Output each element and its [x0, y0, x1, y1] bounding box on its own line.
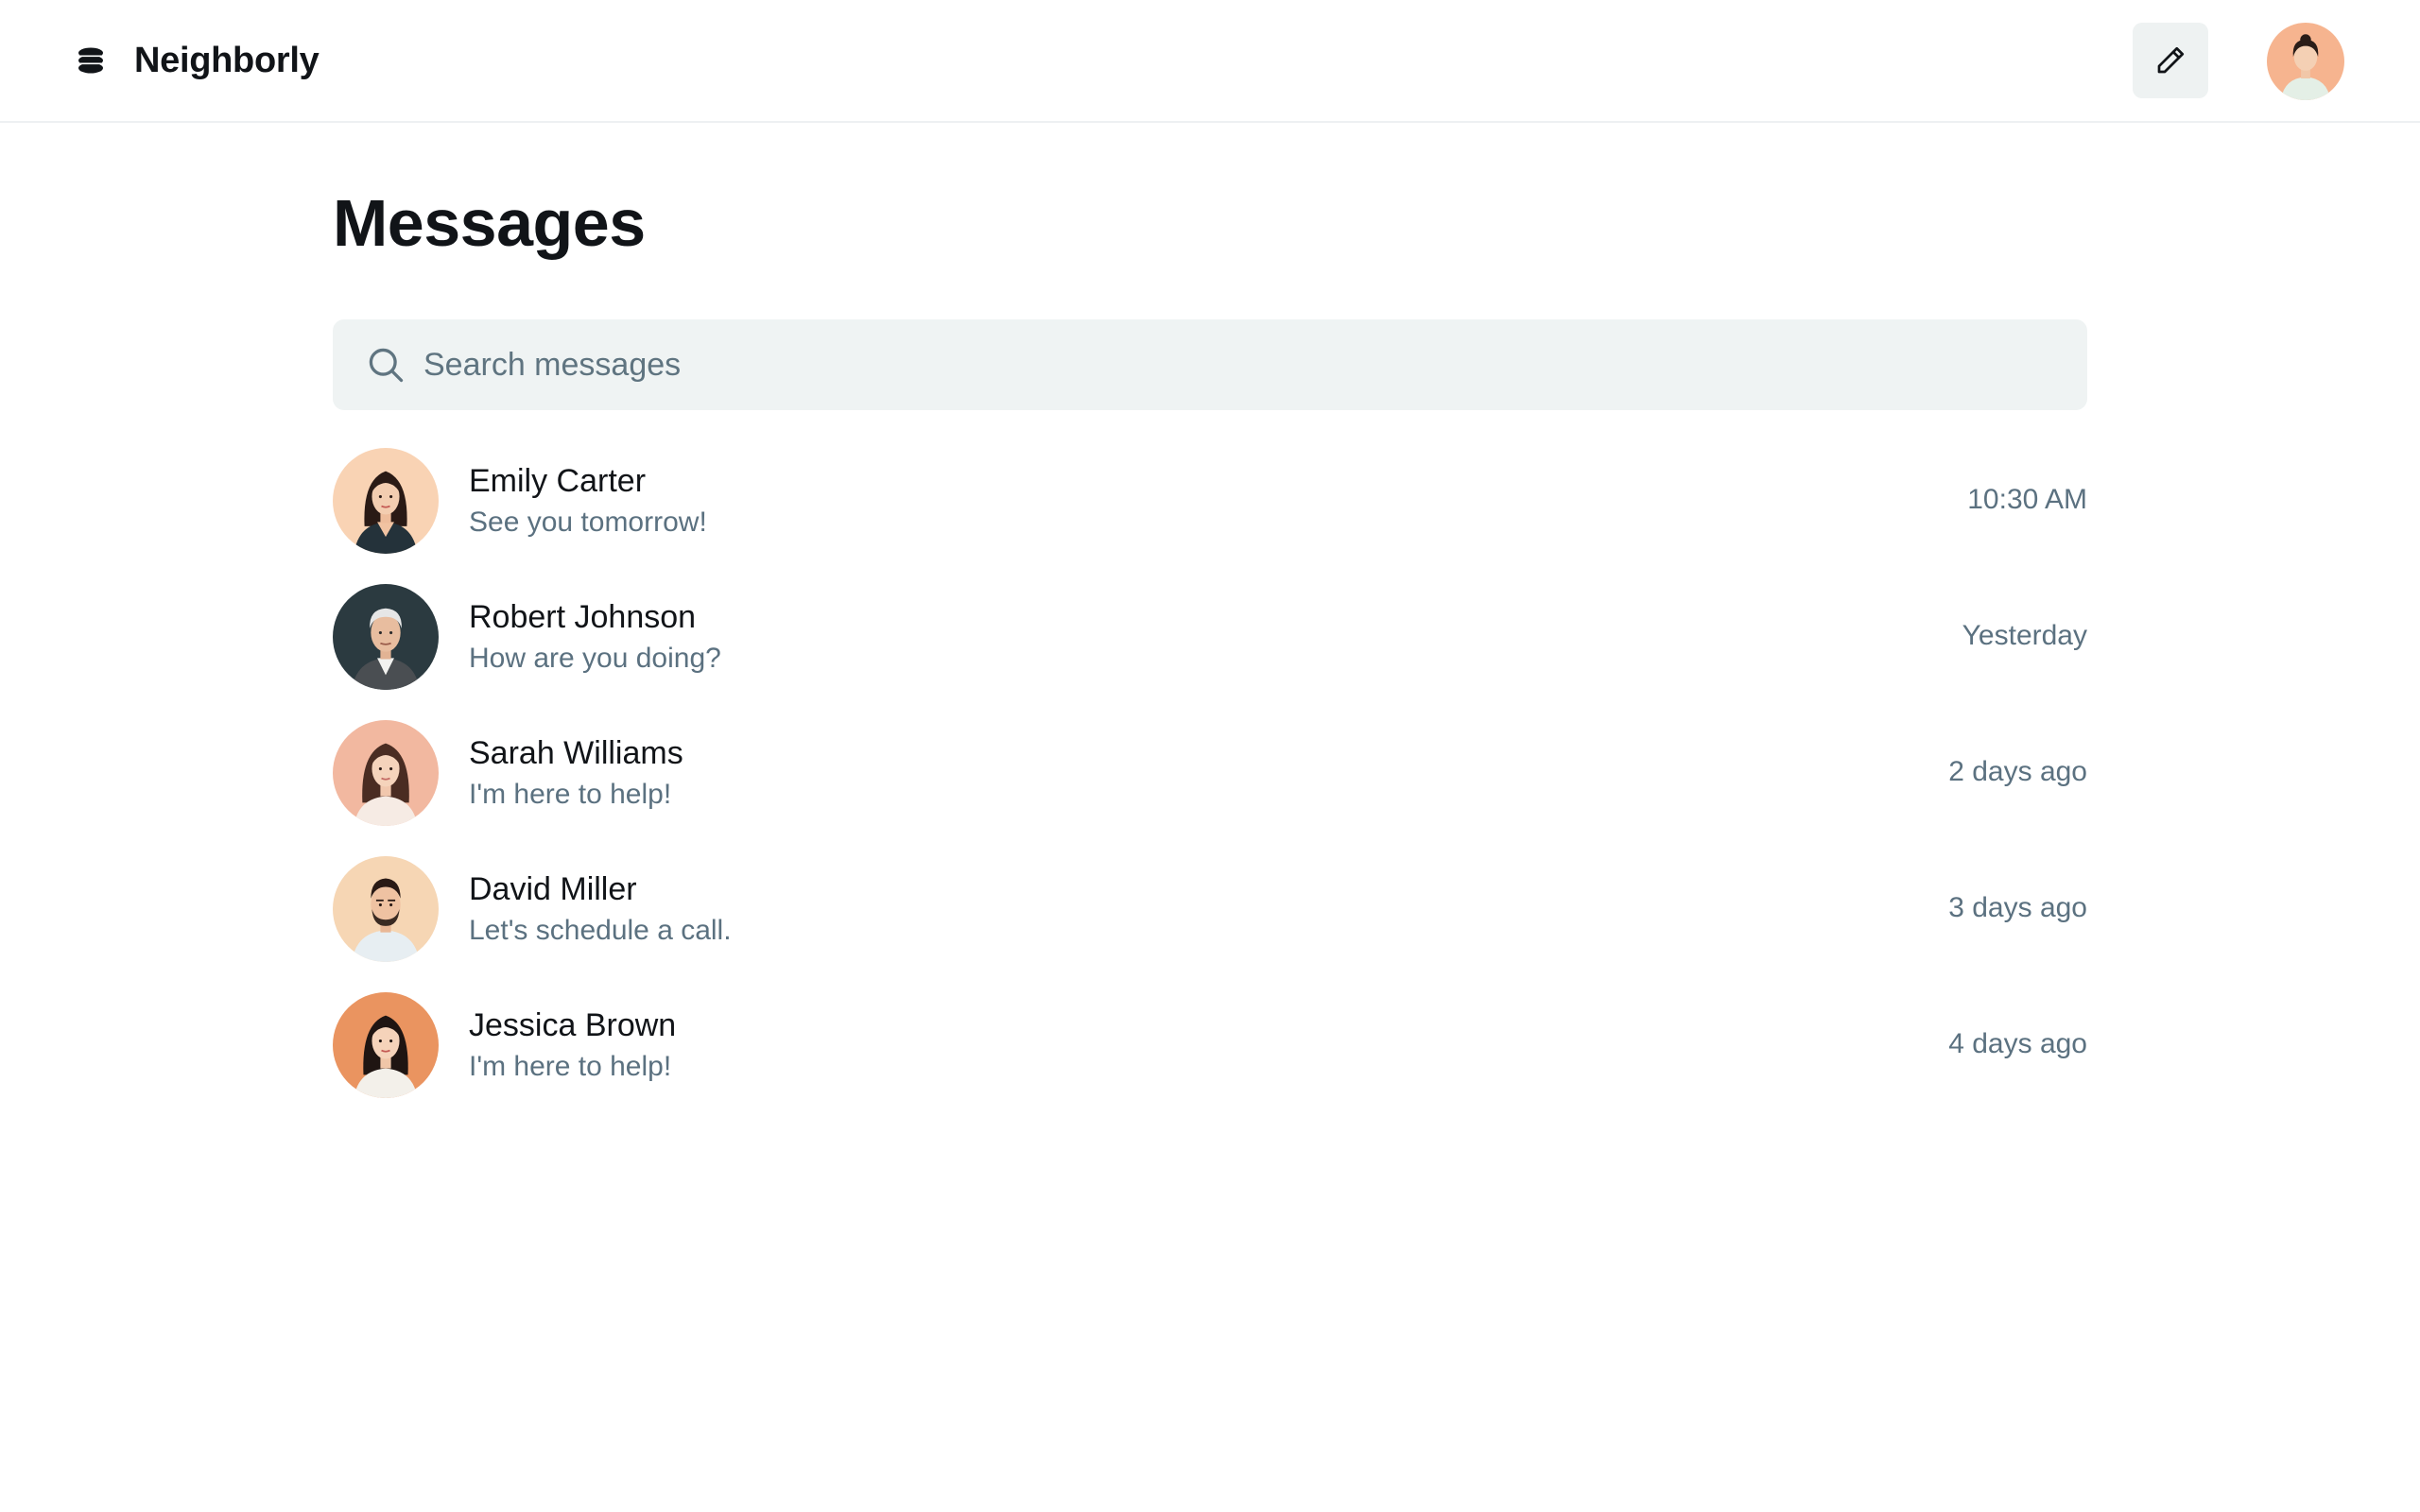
contact-avatar [333, 720, 439, 826]
message-preview: Let's schedule a call. [469, 915, 732, 946]
page-title: Messages [333, 186, 646, 260]
conversation-row[interactable]: David Miller Let's schedule a call. 3 da… [333, 852, 2087, 988]
contact-avatar [333, 584, 439, 690]
top-header: Neighborly [0, 0, 2420, 123]
contact-name: Jessica Brown [469, 1007, 677, 1043]
compose-message-button[interactable] [2133, 23, 2208, 98]
message-time: 2 days ago [1948, 756, 2087, 787]
brand-name: Neighborly [134, 40, 320, 80]
search-input[interactable] [424, 319, 2049, 410]
message-preview: I'm here to help! [469, 1051, 672, 1082]
message-time: 10:30 AM [1967, 484, 2087, 515]
contact-name: David Miller [469, 871, 637, 907]
stack-logo-icon [76, 45, 106, 76]
message-preview: How are you doing? [469, 643, 721, 674]
message-preview: I'm here to help! [469, 779, 672, 810]
contact-avatar [333, 856, 439, 962]
conversation-row[interactable]: Sarah Williams I'm here to help! 2 days … [333, 716, 2087, 852]
search-icon [365, 344, 406, 386]
message-time: Yesterday [1962, 620, 2087, 651]
message-preview: See you tomorrow! [469, 507, 707, 538]
conversation-row[interactable]: Emily Carter See you tomorrow! 10:30 AM [333, 444, 2087, 580]
contact-name: Sarah Williams [469, 735, 683, 771]
conversation-row[interactable]: Robert Johnson How are you doing? Yester… [333, 580, 2087, 716]
pencil-icon [2153, 43, 2187, 77]
contact-name: Emily Carter [469, 463, 647, 499]
conversation-list: Emily Carter See you tomorrow! 10:30 AM … [333, 444, 2087, 1125]
brand[interactable]: Neighborly [76, 0, 320, 121]
conversation-row[interactable]: Jessica Brown I'm here to help! 4 days a… [333, 988, 2087, 1125]
message-time: 4 days ago [1948, 1028, 2087, 1059]
contact-avatar [333, 992, 439, 1098]
user-avatar[interactable] [2267, 23, 2344, 100]
search-bar[interactable] [333, 319, 2087, 410]
contact-name: Robert Johnson [469, 599, 697, 635]
contact-avatar [333, 448, 439, 554]
message-time: 3 days ago [1948, 892, 2087, 923]
